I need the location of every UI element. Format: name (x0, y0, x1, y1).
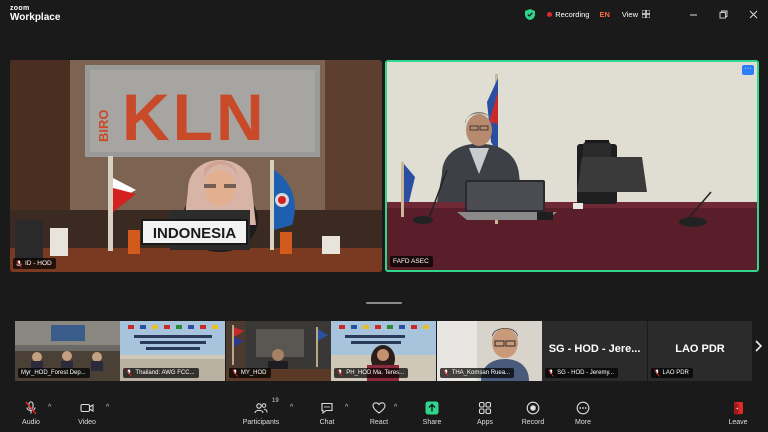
meeting-toolbar: Audio ^ Video ^ Participants 19 ^ Chat ^… (0, 397, 768, 432)
mic-off-icon (548, 369, 554, 377)
view-button[interactable]: View (622, 10, 650, 19)
record-label: Record (521, 419, 545, 426)
apps-label: Apps (477, 419, 493, 426)
mic-off-icon (231, 369, 238, 377)
mic-off-icon (16, 259, 22, 268)
leave-button[interactable]: Leave (716, 401, 760, 426)
participant-name-tag: MY_HOD (228, 368, 271, 378)
mic-off-icon (337, 369, 344, 377)
participants-count: 19 (272, 398, 279, 404)
mic-off-icon (653, 369, 660, 377)
close-window-button[interactable] (738, 0, 768, 28)
video-tile-fafd-asec[interactable]: ··· FAFD ASEC (385, 60, 759, 272)
participant-name-tag: Thailand: AWG FCC... (123, 368, 199, 378)
gallery-tile[interactable]: Myr_HOD_Forest Dep... (15, 321, 120, 381)
participant-name: LAO PDR (662, 370, 689, 376)
restore-button[interactable] (708, 0, 738, 28)
leave-label: Leave (728, 419, 748, 426)
apps-icon (478, 401, 492, 415)
view-label: View (621, 9, 638, 19)
video-feed-fafd-asec (387, 62, 757, 270)
share-button[interactable]: Share (410, 401, 454, 426)
gallery-tile[interactable]: PH_HOD Ma. Teres... (331, 321, 437, 381)
title-bar: zoom Workplace Recording EN View (0, 0, 768, 28)
recording-dot-icon (547, 11, 553, 17)
react-options-caret-icon[interactable]: ^ (394, 404, 397, 411)
shield-icon[interactable] (525, 8, 536, 20)
leave-icon (734, 402, 743, 415)
participant-name: Thailand: AWG FCC... (135, 370, 195, 376)
brand-line-2: Workplace (10, 12, 61, 23)
recording-status[interactable]: Recording (555, 10, 589, 19)
audio-button[interactable]: Audio (9, 401, 53, 426)
participant-display-name: SG - HOD - Jere... (548, 343, 641, 355)
close-icon (749, 10, 757, 18)
record-icon (526, 401, 540, 415)
resize-handle[interactable] (366, 302, 402, 304)
country-sign-text: INDONESIA (153, 225, 237, 242)
participants-options-caret-icon[interactable]: ^ (290, 404, 293, 411)
participants-label: Participants (242, 419, 280, 426)
mic-muted-icon (25, 401, 37, 415)
participants-icon (254, 403, 268, 414)
more-icon (576, 401, 590, 415)
participant-name-tag: SG - HOD - Jeremy... (545, 368, 619, 378)
chat-label: Chat (319, 419, 335, 426)
camera-icon (80, 403, 94, 413)
heart-icon (372, 402, 386, 414)
share-label: Share (422, 419, 442, 426)
participant-name-tag: ID - HOD (13, 258, 56, 269)
gallery-strip: Myr_HOD_Forest Dep... Thailand: AWG FCC.… (15, 321, 753, 381)
video-tile-indonesia[interactable]: BIRO KLN INDONESIA ID - HOD (10, 60, 382, 272)
mic-off-icon (126, 369, 133, 377)
share-icon (425, 401, 439, 415)
restore-icon (719, 10, 727, 18)
participant-name-tag: THA_Komsan Ruea... (439, 368, 515, 378)
gallery-next-arrow-icon[interactable] (754, 340, 762, 352)
grid-icon (642, 10, 650, 18)
react-label: React (369, 419, 389, 426)
video-label: Video (78, 419, 96, 426)
participant-name: FAFD ASEC (393, 258, 429, 265)
participant-name: ID - HOD (25, 260, 52, 267)
participant-display-name: LAO PDR (675, 343, 725, 355)
participant-name-tag: PH_HOD Ma. Teres... (334, 368, 409, 378)
video-button[interactable]: Video (65, 401, 109, 426)
wall-kln-text: KLN (122, 80, 267, 154)
gallery-tile[interactable]: SG - HOD - Jere... SG - HOD - Jeremy... (542, 321, 648, 381)
record-button[interactable]: Record (511, 401, 555, 426)
participant-name: Myr_HOD_Forest Dep... (21, 370, 86, 376)
audio-label: Audio (22, 419, 40, 426)
participant-name: THA_Komsan Ruea... (451, 370, 511, 376)
video-feed-indonesia: BIRO KLN INDONESIA (10, 60, 382, 272)
minimize-button[interactable] (678, 0, 708, 28)
minimize-icon (689, 14, 697, 15)
participants-button[interactable]: Participants (239, 401, 283, 426)
chat-options-caret-icon[interactable]: ^ (345, 404, 348, 411)
tile-options-button[interactable]: ··· (742, 65, 754, 75)
video-options-caret-icon[interactable]: ^ (106, 404, 109, 411)
more-button[interactable]: More (561, 401, 605, 426)
audio-options-caret-icon[interactable]: ^ (48, 404, 51, 411)
gallery-tile[interactable]: MY_HOD (225, 321, 331, 381)
participant-name-tag: Myr_HOD_Forest Dep... (18, 368, 90, 378)
more-label: More (575, 419, 591, 426)
participant-name: MY_HOD (240, 370, 267, 376)
participant-name-tag: LAO PDR (650, 368, 693, 378)
mic-off-icon (442, 369, 449, 377)
participant-name-tag: FAFD ASEC (390, 256, 433, 267)
chat-icon (321, 402, 333, 415)
gallery-tile[interactable]: Thailand: AWG FCC... (120, 321, 226, 381)
gallery-tile[interactable]: THA_Komsan Ruea... (436, 321, 542, 381)
chat-button[interactable]: Chat (305, 401, 349, 426)
participant-name: SG - HOD - Jeremy... (557, 370, 615, 376)
apps-button[interactable]: Apps (463, 401, 507, 426)
wall-small-text: BIRO (96, 110, 111, 143)
brand-line-1: zoom (10, 5, 30, 12)
participant-name: PH_HOD Ma. Teres... (346, 370, 405, 376)
app-logo: zoom Workplace (10, 5, 60, 23)
language-button[interactable]: EN (599, 10, 609, 19)
gallery-tile[interactable]: LAO PDR LAO PDR (647, 321, 753, 381)
